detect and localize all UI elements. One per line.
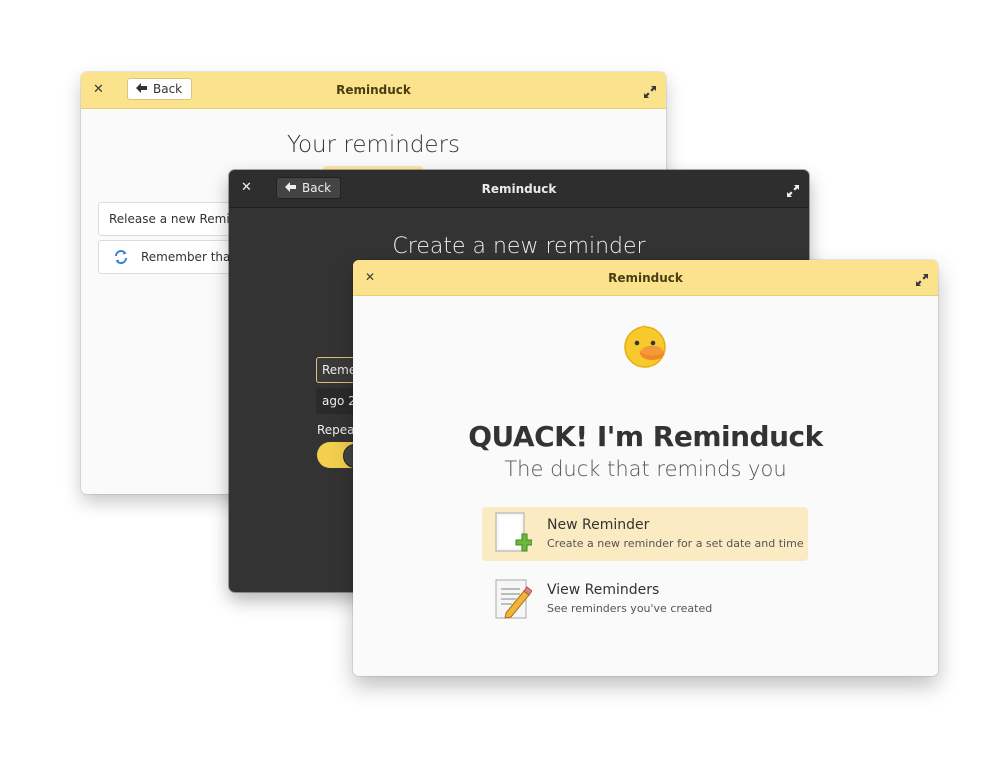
arrow-left-icon: [136, 82, 147, 96]
repeat-icon: [115, 250, 127, 264]
titlebar: ✕ Reminduck: [353, 260, 938, 296]
back-button[interactable]: Back: [127, 78, 193, 100]
window-title: Reminduck: [608, 270, 683, 285]
new-document-icon: [495, 512, 532, 552]
arrow-left-icon: [285, 181, 296, 195]
back-button-label: Back: [302, 181, 332, 195]
close-icon[interactable]: ✕: [93, 82, 104, 97]
close-icon[interactable]: ✕: [241, 180, 252, 195]
maximize-icon[interactable]: [787, 182, 799, 197]
welcome-headline: QUACK! I'm Reminduck: [468, 420, 823, 453]
action-label: View Reminders: [547, 582, 660, 598]
action-description: Create a new reminder for a set date and…: [547, 537, 804, 550]
window-title: Reminduck: [481, 181, 557, 196]
action-description: See reminders you've created: [547, 602, 713, 615]
new-reminder-button[interactable]: New Reminder Create a new reminder for a…: [482, 507, 808, 561]
maximize-icon[interactable]: [916, 271, 928, 286]
view-reminders-button[interactable]: View Reminders See reminders you've crea…: [482, 572, 808, 626]
titlebar: ✕ Back Reminduck: [81, 72, 666, 109]
titlebar: ✕ Back Reminduck: [229, 170, 809, 208]
window-title: Reminduck: [336, 83, 411, 97]
action-label: New Reminder: [547, 517, 650, 533]
maximize-icon[interactable]: [644, 83, 656, 98]
close-icon[interactable]: ✕: [365, 270, 375, 284]
page-title: Your reminders: [286, 132, 461, 158]
back-button-label: Back: [153, 82, 183, 96]
welcome-window: ✕ Reminduck QUACK! I'm Reminduck The duc…: [353, 260, 938, 676]
duck-logo-icon: [624, 325, 666, 368]
back-button[interactable]: Back: [276, 177, 342, 199]
welcome-subtitle: The duck that reminds you: [504, 457, 787, 481]
page-title: Create a new reminder: [392, 234, 646, 259]
edit-document-icon: [495, 579, 532, 619]
